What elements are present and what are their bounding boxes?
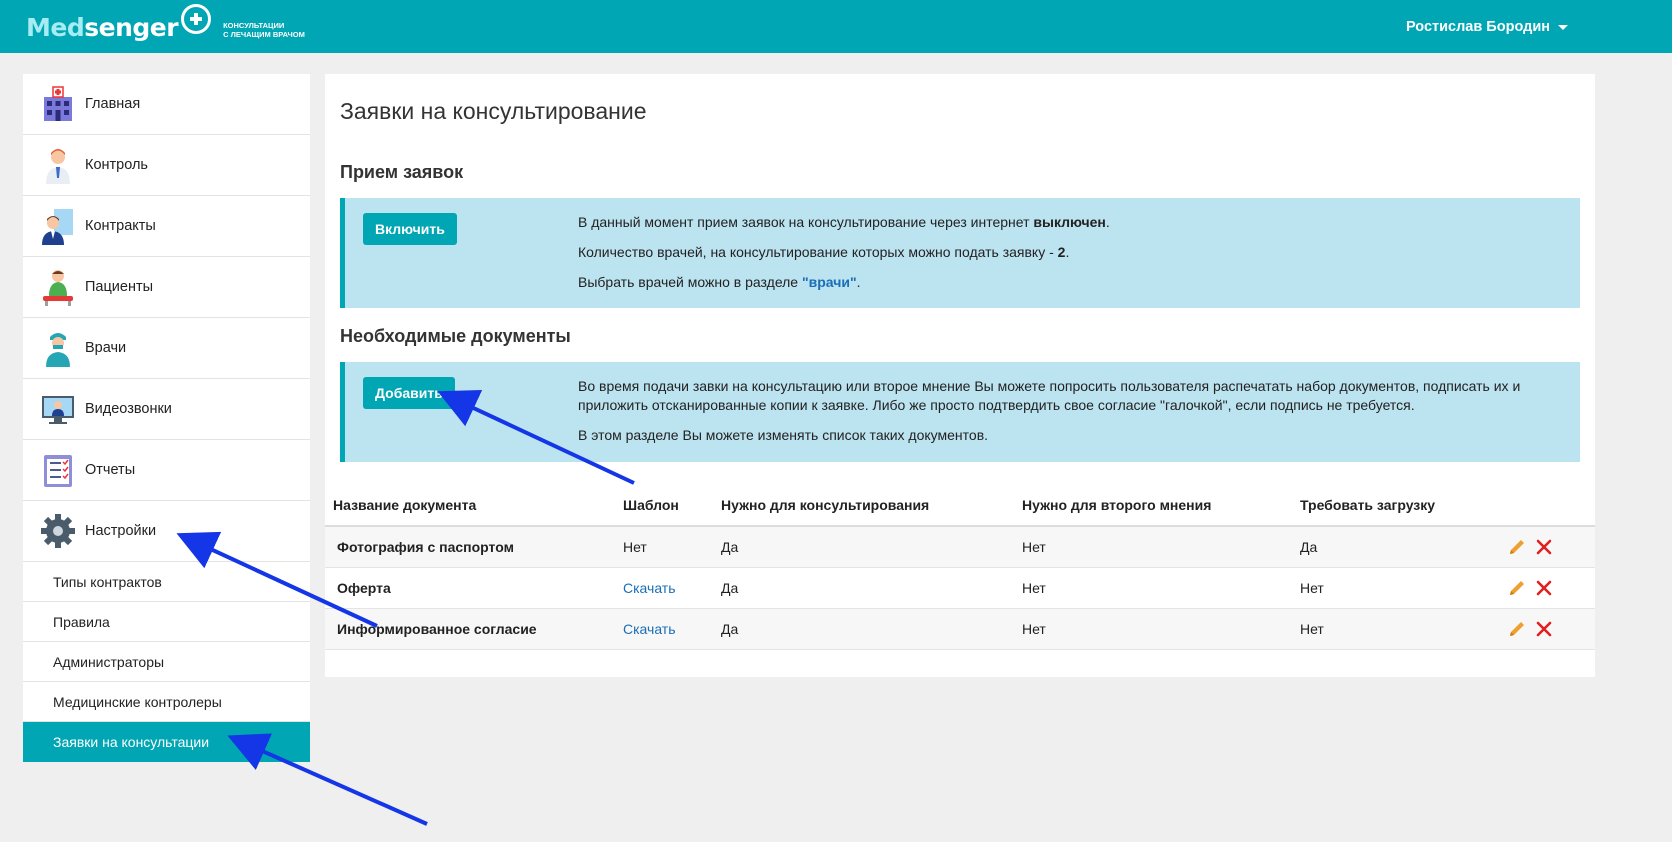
doc-consult: Да <box>713 608 1014 650</box>
doc-require-upload: Нет <box>1292 608 1499 650</box>
doc-consult: Да <box>713 567 1014 609</box>
video-call-icon <box>42 396 74 424</box>
doc-template: Скачать <box>615 608 713 650</box>
doc-second-opinion: Нет <box>1014 608 1292 650</box>
top-navbar: Medsenger консультации с лечащим врачом … <box>0 0 1672 53</box>
doc-template: Скачать <box>615 567 713 609</box>
edit-pencil-icon[interactable] <box>1507 537 1527 557</box>
user-name: Ростислав Бородин <box>1405 19 1550 35</box>
sidebar-subitem-medical-controllers[interactable]: Медицинские контролеры <box>23 682 310 722</box>
gear-icon <box>41 514 75 548</box>
sidebar-subitem-admins[interactable]: Администраторы <box>23 642 310 682</box>
sidebar-item-label: Контроль <box>85 157 148 173</box>
table-row: Информированное согласие Скачать Да Нет … <box>325 608 1595 650</box>
sidebar-item-control[interactable]: Контроль <box>23 135 310 196</box>
intake-section-title: Прием заявок <box>340 162 464 182</box>
sidebar-item-label: Видеозвонки <box>85 401 172 417</box>
report-icon <box>44 455 72 487</box>
documents-info-box: Добавить Во время подачи завки на консул… <box>340 362 1580 462</box>
logo-wordmark: Medsenger <box>26 12 179 42</box>
sidebar-subitem-contract-types[interactable]: Типы контрактов <box>23 562 310 602</box>
row-actions <box>1499 567 1595 609</box>
logo-plus-icon <box>181 4 212 34</box>
sidebar-item-doctors[interactable]: Врачи <box>23 318 310 379</box>
table-header-row: Название документа Шаблон Нужно для конс… <box>325 485 1595 527</box>
doctors-link[interactable]: "врачи" <box>802 274 857 290</box>
sidebar-item-home[interactable]: Главная <box>23 74 310 135</box>
doc-template: Нет <box>615 526 713 568</box>
delete-icon[interactable] <box>1535 620 1553 638</box>
doc-require-upload: Да <box>1292 526 1499 568</box>
intake-info-box: Включить В данный момент прием заявок на… <box>340 198 1580 308</box>
user-menu-dropdown[interactable]: Ростислав Бородин <box>1406 19 1568 35</box>
add-document-button[interactable]: Добавить <box>363 377 455 409</box>
sidebar-item-label: Главная <box>85 96 141 112</box>
doc-second-opinion: Нет <box>1014 526 1292 568</box>
column-header-second-opinion: Нужно для второго мнения <box>1014 485 1292 527</box>
sidebar-item-patients[interactable]: Пациенты <box>23 257 310 318</box>
sidebar-item-label: Пациенты <box>85 279 154 295</box>
contract-icon <box>42 209 73 245</box>
sidebar-item-contracts[interactable]: Контракты <box>23 196 310 257</box>
hospital-icon <box>44 86 72 121</box>
sidebar-item-label: Настройки <box>85 523 157 539</box>
sidebar-item-label: Отчеты <box>85 462 136 478</box>
column-header-consult: Нужно для консультирования <box>713 485 1014 527</box>
sidebar-item-video-calls[interactable]: Видеозвонки <box>23 379 310 440</box>
intake-status-text: В данный момент прием заявок на консульт… <box>578 214 1110 230</box>
doc-name: Оферта <box>325 567 615 609</box>
column-header-template: Шаблон <box>615 485 713 527</box>
choose-doctors-text: Выбрать врачей можно в разделе "врачи". <box>578 274 861 290</box>
page-title: Заявки на консультирование <box>340 98 647 124</box>
documents-section-title: Необходимые документы <box>340 326 571 346</box>
edit-pencil-icon[interactable] <box>1507 578 1527 598</box>
caret-down-icon <box>1558 24 1568 30</box>
medsenger-logo[interactable]: Medsenger консультации с лечащим врачом <box>26 4 305 48</box>
sidebar: Главная Контроль Контракты Пациенты Врач… <box>23 74 310 762</box>
delete-icon[interactable] <box>1535 538 1553 556</box>
logo-tagline: консультации с лечащим врачом <box>223 21 305 39</box>
doc-second-opinion: Нет <box>1014 567 1292 609</box>
main-panel: Заявки на консультирование Прием заявок … <box>325 74 1595 677</box>
delete-icon[interactable] <box>1535 579 1553 597</box>
sidebar-item-label: Врачи <box>85 340 127 356</box>
column-header-name: Название документа <box>325 485 615 527</box>
download-template-link[interactable]: Скачать <box>623 580 676 596</box>
table-row: Оферта Скачать Да Нет Нет <box>325 567 1595 609</box>
physician-icon <box>46 333 70 367</box>
column-header-actions <box>1499 485 1595 527</box>
documents-description: Во время подачи завки на консультацию ил… <box>578 378 1521 413</box>
row-actions <box>1499 526 1595 568</box>
download-template-link[interactable]: Скачать <box>623 621 676 637</box>
sidebar-item-label: Контракты <box>85 218 156 234</box>
edit-pencil-icon[interactable] <box>1507 619 1527 639</box>
doctor-count-text: Количество врачей, на консультирование к… <box>578 244 1070 260</box>
doc-name: Информированное согласие <box>325 608 615 650</box>
doc-consult: Да <box>713 526 1014 568</box>
column-header-require-upload: Требовать загрузку <box>1292 485 1499 527</box>
sidebar-subitem-rules[interactable]: Правила <box>23 602 310 642</box>
row-actions <box>1499 608 1595 650</box>
documents-table: Название документа Шаблон Нужно для конс… <box>325 485 1595 650</box>
sidebar-subitem-consultation-requests[interactable]: Заявки на консультации <box>23 722 310 762</box>
sidebar-item-settings[interactable]: Настройки <box>23 501 310 562</box>
sidebar-item-reports[interactable]: Отчеты <box>23 440 310 501</box>
doc-name: Фотография с паспортом <box>325 526 615 568</box>
doc-require-upload: Нет <box>1292 567 1499 609</box>
patient-icon <box>43 270 73 306</box>
enable-button[interactable]: Включить <box>363 213 457 245</box>
doctor-icon <box>46 149 70 184</box>
table-row: Фотография с паспортом Нет Да Нет Да <box>325 526 1595 568</box>
documents-edit-hint: В этом разделе Вы можете изменять список… <box>578 427 989 443</box>
